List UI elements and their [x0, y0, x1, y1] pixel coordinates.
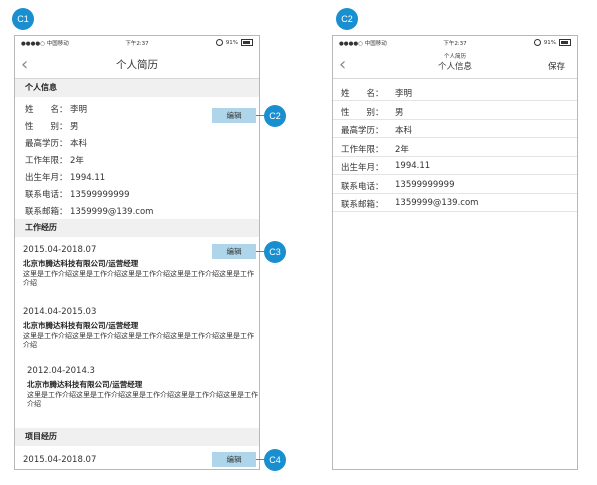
- field-label: 联系电话：: [341, 181, 384, 192]
- battery-icon: [559, 39, 571, 46]
- section-personal-info: 个人信息: [15, 79, 259, 97]
- battery-percent: 91%: [543, 39, 556, 46]
- edit-personal-button[interactable]: 编辑: [212, 108, 256, 123]
- status-right: 91%: [533, 39, 571, 46]
- work-company: 北京市腾达科技有限公司/运营经理: [23, 321, 139, 330]
- field-value: 本科: [70, 139, 88, 149]
- field-label: 联系电话：: [25, 190, 68, 200]
- form-row[interactable]: 最高学历： 本科: [333, 119, 577, 138]
- work-date: 2014.04-2015.03: [23, 307, 97, 317]
- personal-info-row: 性 别：男: [25, 120, 79, 132]
- personal-info-row: 姓 名： 李明: [25, 103, 87, 115]
- field-value-input[interactable]: 1994.11: [395, 161, 430, 171]
- battery-percent: 91%: [225, 39, 238, 46]
- form-row[interactable]: 联系电话： 13599999999: [333, 175, 577, 194]
- page-title: 个人信息: [437, 62, 472, 72]
- field-value: 1994.11: [70, 173, 106, 183]
- edit-project-button[interactable]: 编辑: [212, 452, 256, 467]
- personal-info-row: 联系电话： 13599999999: [25, 188, 130, 200]
- form-row[interactable]: 出生年月： 1994.11: [333, 156, 577, 175]
- field-label: 最高学历：: [341, 126, 384, 136]
- field-value: 李明: [70, 105, 88, 115]
- work-description: 这里是工作介绍这里是工作介绍这里是工作介绍这里是工作介绍这里是工作介绍: [23, 332, 254, 349]
- field-label: 姓 名：: [341, 89, 384, 99]
- form-row[interactable]: 工作年限： 2年: [333, 138, 577, 157]
- field-label: 最高学历：: [25, 139, 68, 149]
- field-value-input[interactable]: 13599999999: [395, 180, 455, 190]
- field-value-input[interactable]: 李明: [395, 87, 412, 99]
- field-value-input[interactable]: 1359999@139.com: [395, 198, 478, 208]
- work-company: 北京市腾达科技有限公司/运营经理: [23, 259, 139, 268]
- work-date: 2015.04-2018.07: [23, 245, 97, 255]
- callout-arrow: [256, 251, 264, 252]
- section-work-experience: 工作经历: [15, 219, 259, 237]
- field-label: 工作年限：: [25, 156, 68, 166]
- field-label: 性 别：: [25, 122, 68, 132]
- alarm-icon: [215, 39, 223, 46]
- field-label: 联系邮箱：: [25, 207, 68, 217]
- callout-c2: C2: [264, 105, 286, 127]
- battery-icon: [241, 39, 253, 46]
- page-title: 个人简历: [116, 59, 158, 71]
- field-value-input[interactable]: 男: [395, 106, 404, 118]
- callout-c4: C4: [264, 449, 286, 471]
- field-label: 出生年月：: [25, 173, 68, 183]
- nav-bar: ‹ 个人简历: [15, 50, 259, 79]
- field-label: 工作年限：: [341, 144, 384, 155]
- work-company: 北京市腾达科技有限公司/运营经理: [27, 380, 143, 389]
- field-label: 联系邮箱：: [341, 200, 384, 210]
- personal-info-row: 出生年月： 1994.11: [25, 171, 105, 183]
- status-bar: ●●●●○ 中国移动 下午2:37 91%: [15, 36, 259, 48]
- form-row[interactable]: 性 别： 男: [333, 101, 577, 120]
- field-label: 出生年月：: [341, 163, 384, 173]
- section-project-experience: 项目经历: [15, 428, 259, 446]
- callout-c1: C1: [12, 8, 34, 30]
- personal-info-row: 最高学历： 本科: [25, 137, 87, 149]
- work-description: 这里是工作介绍这里是工作介绍这里是工作介绍这里是工作介绍这里是工作介绍: [23, 270, 254, 287]
- field-value: 1359999@139.com: [70, 207, 154, 217]
- field-value: 2年: [70, 156, 84, 166]
- field-value-input[interactable]: 2年: [395, 143, 409, 155]
- right-phone-screen: ●●●●○ 中国移动 下午2:37 91% ‹ 个人简历 个人信息 保存 姓 名…: [332, 35, 578, 470]
- personal-info-row: 联系邮箱： 1359999@139.com: [25, 205, 153, 217]
- field-value: 男: [70, 122, 79, 132]
- callout-c3: C3: [264, 241, 286, 263]
- personal-info-row: 工作年限： 2年: [25, 154, 84, 166]
- project-date: 2015.04-2018.07: [23, 455, 97, 465]
- field-value: 13599999999: [70, 190, 130, 200]
- form-row[interactable]: 联系邮箱： 1359999@139.com: [333, 193, 577, 212]
- nav-bar: ‹ 个人简历 个人信息 保存: [333, 50, 577, 79]
- save-button[interactable]: 保存: [548, 60, 565, 72]
- field-value-input[interactable]: 本科: [395, 124, 412, 136]
- field-label: 姓 名：: [25, 105, 68, 115]
- edit-work-button[interactable]: 编辑: [212, 244, 256, 259]
- status-bar: ●●●●○ 中国移动 下午2:37 91%: [333, 36, 577, 48]
- status-right: 91%: [215, 39, 253, 46]
- work-date: 2012.04-2014.3: [27, 366, 95, 376]
- work-description: 这里是工作介绍这里是工作介绍这里是工作介绍这里是工作介绍这里是工作介绍: [27, 391, 258, 408]
- callout-c2-title: C2: [336, 8, 358, 30]
- nav-subtitle: 个人简历: [443, 54, 466, 60]
- alarm-icon: [533, 39, 541, 46]
- field-label: 性 别：: [341, 107, 384, 118]
- callout-arrow: [256, 115, 264, 116]
- callout-arrow: [256, 459, 264, 460]
- form-row[interactable]: 姓 名： 李明: [333, 82, 577, 101]
